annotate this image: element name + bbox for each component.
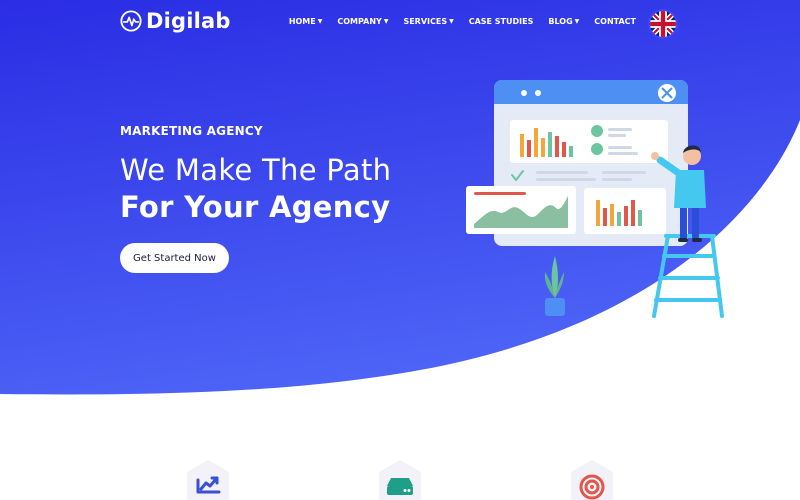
nav-item-contact[interactable]: CONTACT: [594, 17, 636, 26]
chevron-down-icon: ▼: [317, 17, 323, 25]
target-icon: [571, 460, 613, 500]
feature-card-growth: [185, 458, 231, 500]
feature-card-hosting: [377, 458, 423, 500]
get-started-button[interactable]: Get Started Now: [120, 243, 229, 273]
nav-item-label: BLOG: [548, 17, 573, 26]
chevron-down-icon: ▼: [574, 17, 580, 25]
main-nav: HOME ▼ COMPANY ▼ SERVICES ▼ CASE STUDIES…: [289, 17, 636, 26]
hero-headline-line1: We Make The Path: [120, 153, 392, 187]
nav-item-label: HOME: [288, 17, 316, 26]
nav-item-blog[interactable]: BLOG ▼: [548, 17, 579, 26]
uk-flag-icon: [650, 11, 676, 37]
dashboard-illustration: [466, 80, 724, 318]
brand-name: Digilab: [146, 9, 231, 33]
hero-section: Digilab HOME ▼ COMPANY ▼ SERVICES ▼ CASE…: [0, 0, 800, 500]
bar-chart-card-top: [510, 120, 668, 163]
nav-item-label: COMPANY: [337, 17, 382, 26]
nav-item-label: CASE STUDIES: [468, 17, 534, 26]
brand-logo[interactable]: Digilab: [120, 9, 231, 33]
nav-item-home[interactable]: HOME ▼: [289, 17, 323, 26]
chevron-down-icon: ▼: [449, 17, 454, 25]
nav-item-label: CONTACT: [594, 17, 636, 26]
nav-item-company[interactable]: COMPANY ▼: [337, 17, 388, 26]
bar-chart-card-bottom: [584, 188, 666, 234]
waveform-logo-icon: [120, 10, 142, 32]
plant-graphic: [544, 256, 565, 316]
nav-item-services[interactable]: SERVICES ▼: [403, 17, 453, 26]
ladder-graphic: [652, 234, 724, 318]
area-chart-card: [466, 186, 576, 234]
feature-card-targeting: [569, 458, 615, 500]
nav-item-label: SERVICES: [403, 17, 448, 26]
hero-eyebrow: MARKETING AGENCY: [120, 124, 263, 138]
language-switcher[interactable]: [650, 11, 676, 37]
trend-chart-icon: [187, 460, 229, 500]
chevron-down-icon: ▼: [383, 17, 389, 25]
nav-item-case-studies[interactable]: CASE STUDIES: [469, 17, 534, 26]
hero-headline-line2: For Your Agency: [120, 190, 391, 224]
server-icon: [379, 460, 421, 500]
